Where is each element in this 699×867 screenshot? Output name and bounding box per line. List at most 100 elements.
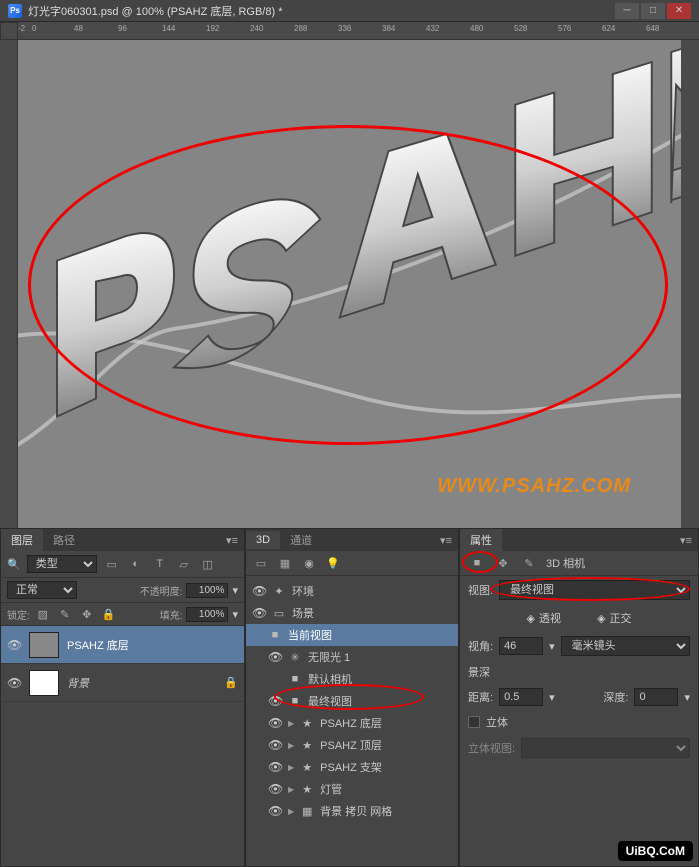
3d-item-mesh-tube[interactable]: 👁▶★灯管 — [246, 778, 458, 800]
ruler-tick: 48 — [74, 24, 83, 33]
grid-icon: ▦ — [300, 805, 314, 818]
opacity-input[interactable] — [186, 583, 228, 598]
ruler-horizontal-area: -2 0 48 96 144 192 240 288 336 384 432 4… — [0, 22, 699, 40]
prop-coord-icon[interactable]: ✥ — [494, 555, 512, 571]
mesh-icon: ★ — [300, 783, 314, 796]
ruler-horizontal[interactable]: -2 0 48 96 144 192 240 288 336 384 432 4… — [18, 22, 699, 40]
layer-thumbnail[interactable] — [29, 670, 59, 696]
expand-icon[interactable]: ▶ — [288, 741, 294, 750]
stereo-checkbox[interactable] — [468, 716, 480, 728]
tab-3d[interactable]: 3D — [246, 531, 280, 549]
layers-tabs: 图层 路径 ▾≡ — [1, 529, 244, 551]
perspective-button[interactable]: ◈透视 — [519, 608, 569, 628]
layers-filter-bar: 🔍 类型 ▭ ◐ T ▱ ◫ — [1, 551, 244, 578]
dropdown-icon[interactable]: ▾ — [549, 691, 555, 704]
minimize-button[interactable]: ─ — [615, 3, 639, 19]
lock-label: 锁定: — [7, 607, 30, 622]
opacity-label: 不透明度: — [140, 583, 183, 598]
view-row: 视图: 最终视图 — [460, 576, 698, 604]
filter-material-icon[interactable]: ◉ — [300, 555, 318, 571]
ruler-tick: 0 — [32, 24, 36, 33]
visibility-toggle-icon[interactable]: 👁 — [268, 804, 282, 818]
fov-dropdown-icon[interactable]: ▾ — [549, 640, 555, 653]
orthographic-button[interactable]: ◈正交 — [589, 608, 639, 628]
expand-icon[interactable]: ▶ — [288, 763, 294, 772]
prop-camera-icon[interactable]: ■ — [468, 555, 486, 571]
3d-item-infinite-light[interactable]: 👁✳无限光 1 — [246, 646, 458, 668]
camera-icon: ■ — [268, 629, 282, 641]
distance-input[interactable] — [499, 688, 543, 706]
panel-menu-icon[interactable]: ▾≡ — [434, 534, 458, 547]
view-select[interactable]: 最终视图 — [499, 580, 690, 600]
tab-channels[interactable]: 通道 — [280, 529, 322, 551]
lock-position-icon[interactable]: ✥ — [78, 606, 96, 622]
properties-panel: 属性 ▾≡ ■ ✥ ✎ 3D 相机 视图: 最终视图 ◈透视 ◈正交 视角: ▾… — [459, 528, 699, 867]
filter-smart-icon[interactable]: ◫ — [199, 556, 217, 572]
tab-properties[interactable]: 属性 — [460, 529, 502, 551]
filter-pixel-icon[interactable]: ▭ — [103, 556, 121, 572]
fill-input[interactable] — [186, 607, 228, 622]
3d-item-final-view[interactable]: 👁■最终视图 — [246, 690, 458, 712]
visibility-toggle-icon[interactable]: 👁 — [268, 738, 282, 752]
tab-layers[interactable]: 图层 — [1, 529, 43, 551]
3d-item-mesh-bg-copy[interactable]: 👁▶▦背景 拷贝 网格 — [246, 800, 458, 822]
expand-icon[interactable]: ▶ — [288, 807, 294, 816]
depth-label: 深度: — [603, 689, 628, 705]
filter-shape-icon[interactable]: ▱ — [175, 556, 193, 572]
visibility-toggle-icon[interactable]: 👁 — [268, 650, 282, 664]
3d-item-mesh-psahz-bottom[interactable]: 👁▶★PSAHZ 底层 — [246, 712, 458, 734]
filter-search-icon[interactable]: 🔍 — [7, 558, 21, 571]
ruler-vertical[interactable] — [0, 40, 18, 528]
environment-icon: ✦ — [272, 585, 286, 598]
close-button[interactable]: ✕ — [667, 3, 691, 19]
lock-pixels-icon[interactable]: ✎ — [56, 606, 74, 622]
visibility-toggle-icon[interactable]: 👁 — [252, 584, 266, 598]
tab-paths[interactable]: 路径 — [43, 529, 85, 551]
filter-adjust-icon[interactable]: ◐ — [127, 556, 145, 572]
filter-scene-icon[interactable]: ▭ — [252, 555, 270, 571]
visibility-toggle-icon[interactable]: 👁 — [268, 782, 282, 796]
lock-transparent-icon[interactable]: ▨ — [34, 606, 52, 622]
document-canvas[interactable]: WWW.PSAHZ.COM — [18, 40, 681, 528]
opacity-dropdown-icon[interactable]: ▾ — [232, 584, 238, 597]
filter-mesh-icon[interactable]: ▦ — [276, 555, 294, 571]
visibility-toggle-icon[interactable]: 👁 — [268, 716, 282, 730]
layer-item-psahz[interactable]: 👁 PSAHZ 底层 — [1, 626, 244, 664]
3d-item-scene[interactable]: 👁▭场景 — [246, 602, 458, 624]
fov-input[interactable] — [499, 637, 543, 655]
layer-name: 背景 — [67, 675, 89, 691]
blend-mode-select[interactable]: 正常 — [7, 581, 77, 599]
3d-item-mesh-psahz-frame[interactable]: 👁▶★PSAHZ 支架 — [246, 756, 458, 778]
expand-icon[interactable]: ▶ — [288, 719, 294, 728]
visibility-toggle-icon[interactable]: 👁 — [268, 760, 282, 774]
depth-input[interactable] — [634, 688, 678, 706]
filter-light-icon[interactable]: 💡 — [324, 555, 342, 571]
document-titlebar: Ps 灯光字060301.psd @ 100% (PSAHZ 底层, RGB/8… — [0, 0, 699, 22]
panel-menu-icon[interactable]: ▾≡ — [220, 534, 244, 547]
visibility-toggle-icon[interactable]: 👁 — [268, 694, 282, 708]
visibility-toggle-icon[interactable]: 👁 — [252, 606, 266, 620]
3d-item-mesh-psahz-top[interactable]: 👁▶★PSAHZ 顶层 — [246, 734, 458, 756]
ruler-corner[interactable] — [0, 22, 18, 40]
lens-select[interactable]: 毫米镜头 — [561, 636, 690, 656]
stereo-view-select[interactable] — [521, 738, 690, 758]
dof-section-label: 景深 — [460, 660, 698, 684]
prop-brush-icon[interactable]: ✎ — [520, 555, 538, 571]
dropdown-icon[interactable]: ▾ — [684, 691, 690, 704]
3d-item-current-view[interactable]: ■当前视图 — [246, 624, 458, 646]
filter-type-icon[interactable]: T — [151, 556, 169, 572]
filter-type-select[interactable]: 类型 — [27, 555, 97, 573]
panel-menu-icon[interactable]: ▾≡ — [674, 534, 698, 547]
3d-item-default-camera[interactable]: 👁■默认相机 — [246, 668, 458, 690]
layer-thumbnail[interactable] — [29, 632, 59, 658]
lock-all-icon[interactable]: 🔒 — [100, 606, 118, 622]
visibility-toggle-icon[interactable]: 👁 — [7, 638, 21, 652]
maximize-button[interactable]: □ — [641, 3, 665, 19]
layer-item-background[interactable]: 👁 背景 🔒 — [1, 664, 244, 702]
fov-row: 视角: ▾ 毫米镜头 — [460, 632, 698, 660]
expand-icon[interactable]: ▶ — [288, 785, 294, 794]
visibility-toggle-icon[interactable]: 👁 — [7, 676, 21, 690]
fill-dropdown-icon[interactable]: ▾ — [232, 608, 238, 621]
canvas-scrollbar-vertical[interactable] — [681, 40, 699, 528]
3d-item-environment[interactable]: 👁✦环境 — [246, 580, 458, 602]
